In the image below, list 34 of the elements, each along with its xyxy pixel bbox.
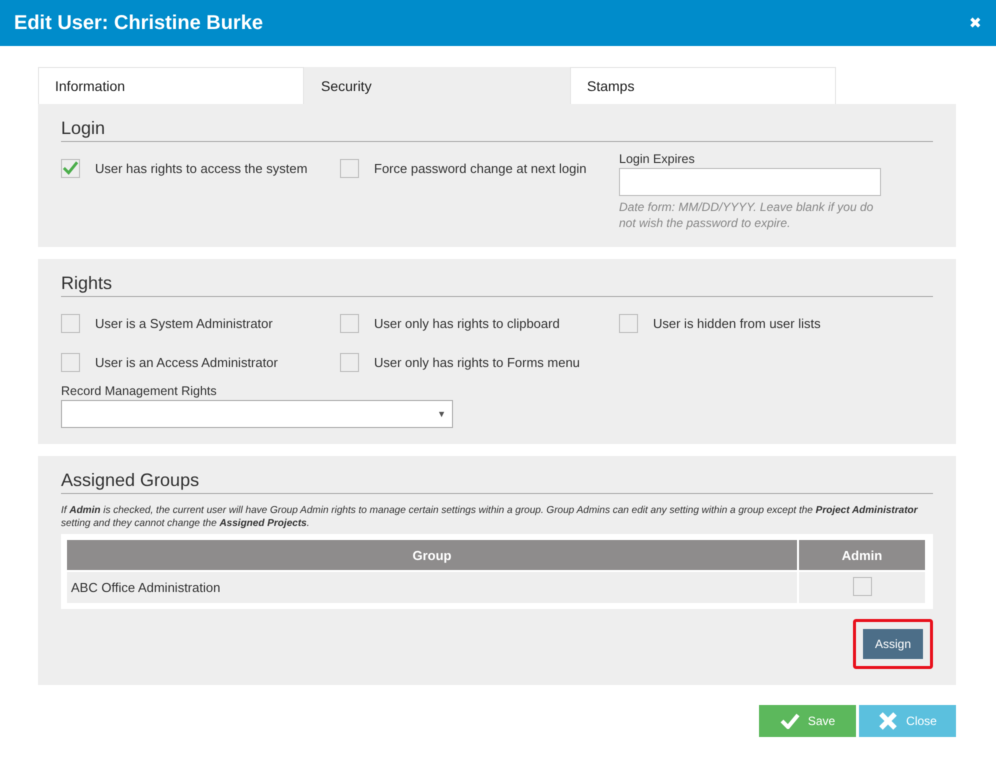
checkbox-label: User only has rights to Forms menu (374, 354, 580, 370)
checkbox-label: Force password change at next login (374, 160, 586, 176)
close-icon (878, 711, 898, 731)
field-label: Login Expires (619, 152, 696, 166)
close-button[interactable]: ✖ (969, 14, 982, 32)
admin-checkbox[interactable] (852, 576, 872, 596)
field-label: Record Management Rights (61, 384, 218, 398)
checkbox[interactable] (340, 314, 359, 332)
tab[interactable]: Security (304, 67, 570, 104)
checkbox[interactable] (61, 352, 80, 372)
section-title: Login (61, 118, 933, 142)
tab[interactable]: Stamps (570, 67, 836, 104)
column-header: Group (67, 540, 798, 571)
column-header: Admin (798, 540, 926, 571)
checkbox-label: User is a System Administrator (95, 316, 273, 330)
section-title: Rights (61, 273, 933, 297)
help-text: Date form: MM/DD/YYYY. Leave blank if you do not wish the password to expire. (619, 199, 874, 231)
assign-button[interactable]: Assign (863, 629, 923, 659)
checkbox[interactable] (61, 314, 80, 332)
section-title: Assigned Groups (61, 470, 933, 494)
tab[interactable]: Information (38, 67, 304, 104)
record-management-select[interactable]: ▼ (61, 400, 453, 428)
check-icon (780, 713, 800, 729)
checkbox[interactable] (340, 352, 359, 372)
window-title: Edit User: Christine Burke (14, 12, 263, 34)
checkbox-label: User is hidden from user lists (653, 316, 821, 330)
checkbox[interactable] (340, 158, 359, 178)
checkbox[interactable] (61, 158, 80, 178)
table-cell: ABC Office Administration (67, 571, 798, 603)
checkbox-label: User only has rights to clipboard (374, 316, 560, 330)
checkbox[interactable] (619, 314, 638, 332)
checkbox-label: User is an Access Administrator (95, 354, 278, 370)
checkbox-label: User has rights to access the system (95, 160, 308, 176)
login-expires-field[interactable] (619, 168, 881, 196)
